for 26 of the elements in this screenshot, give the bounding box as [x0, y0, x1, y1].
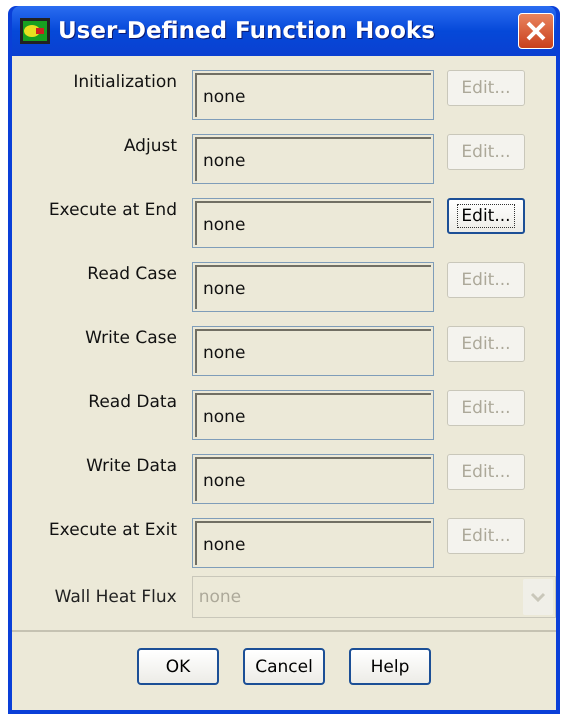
hook-label: Write Case — [84, 327, 177, 348]
close-icon — [525, 20, 547, 42]
wall-heat-flux-label: Wall Heat Flux — [54, 587, 177, 607]
hook-label: Write Data — [85, 455, 177, 476]
dialog-button[interactable]: Help — [349, 648, 431, 685]
hook-label: Execute at End — [48, 199, 177, 220]
hook-label: Initialization — [72, 71, 177, 92]
hook-label: Read Data — [87, 391, 177, 412]
hook-field[interactable]: none — [192, 198, 434, 248]
hook-field[interactable]: none — [192, 454, 434, 504]
edit-button[interactable]: Edit... — [447, 198, 525, 234]
hook-field[interactable]: none — [192, 262, 434, 312]
hook-field[interactable]: none — [192, 518, 434, 568]
hook-field[interactable]: none — [192, 70, 434, 120]
caret-icon — [530, 592, 546, 602]
hook-field[interactable]: none — [192, 390, 434, 440]
app-icon — [20, 18, 50, 44]
hook-label: Read Case — [86, 263, 177, 284]
dialog-button[interactable]: OK — [137, 648, 219, 685]
hook-field[interactable]: none — [192, 134, 434, 184]
close-button[interactable] — [518, 13, 554, 49]
hook-field[interactable]: none — [192, 326, 434, 376]
hook-label: Execute at Exit — [48, 519, 177, 540]
hook-label: Adjust — [122, 135, 177, 156]
dialog-button[interactable]: Cancel — [243, 648, 325, 685]
window-title: User-Defined Function Hooks — [58, 18, 436, 44]
